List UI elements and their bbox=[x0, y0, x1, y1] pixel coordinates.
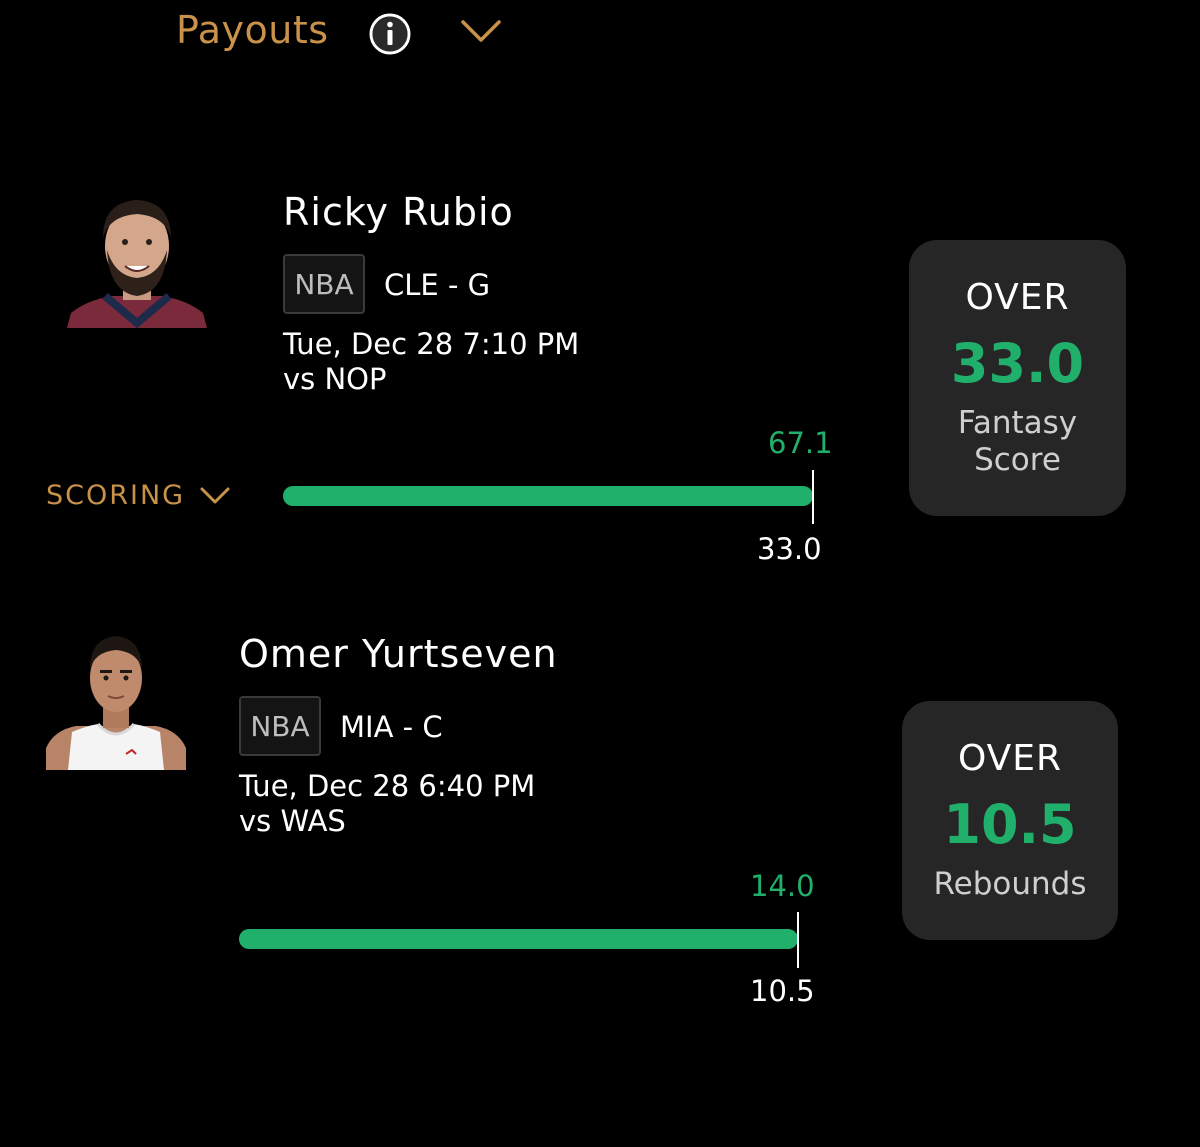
chevron-down-icon[interactable] bbox=[460, 16, 502, 46]
team-position: CLE - G bbox=[384, 268, 491, 302]
game-time: Tue, Dec 28 7:10 PM bbox=[283, 327, 580, 361]
player-avatar bbox=[67, 188, 207, 328]
projection-line: 10.5 bbox=[943, 793, 1077, 856]
opponent: vs WAS bbox=[239, 804, 346, 838]
actual-value-label: 14.0 bbox=[750, 869, 815, 903]
payouts-label[interactable]: Payouts bbox=[176, 8, 329, 52]
team-position: MIA - C bbox=[340, 710, 443, 744]
progress-bar bbox=[239, 929, 798, 949]
projection-line: 33.0 bbox=[950, 332, 1085, 395]
line-value-label: 10.5 bbox=[750, 974, 815, 1008]
line-marker bbox=[797, 912, 799, 968]
projection-card[interactable]: OVER 10.5 Rebounds bbox=[902, 701, 1118, 940]
player-name[interactable]: Ricky Rubio bbox=[283, 190, 514, 234]
league-badge: NBA bbox=[283, 254, 365, 314]
projection-direction: OVER bbox=[957, 738, 1063, 779]
actual-value-label: 67.1 bbox=[768, 426, 833, 460]
projection-stat: Rebounds bbox=[933, 866, 1087, 902]
progress-bar bbox=[283, 486, 813, 506]
opponent: vs NOP bbox=[283, 362, 387, 396]
chevron-down-icon bbox=[200, 487, 230, 503]
info-circle-icon[interactable] bbox=[368, 12, 412, 56]
scoring-toggle[interactable]: SCORING bbox=[46, 480, 231, 511]
line-marker bbox=[812, 470, 814, 524]
projection-stat: Fantasy Score bbox=[957, 405, 1078, 478]
scoring-label: SCORING bbox=[46, 480, 186, 511]
line-value-label: 33.0 bbox=[757, 532, 822, 566]
player-avatar bbox=[46, 630, 186, 770]
game-time: Tue, Dec 28 6:40 PM bbox=[239, 769, 536, 803]
projection-direction: OVER bbox=[965, 277, 1070, 318]
player-name[interactable]: Omer Yurtseven bbox=[239, 632, 558, 676]
projection-card[interactable]: OVER 33.0 Fantasy Score bbox=[909, 240, 1126, 516]
league-badge: NBA bbox=[239, 696, 321, 756]
